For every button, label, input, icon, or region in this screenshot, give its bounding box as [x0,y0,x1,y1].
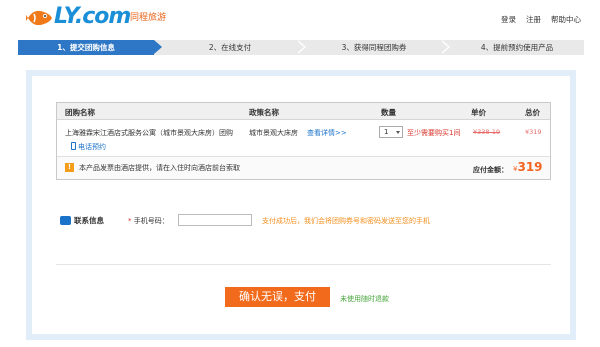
step-online-pay: 2、在线支付 [208,43,252,52]
header-total: 总价 [525,108,540,117]
amount-due: ¥319 [513,160,543,174]
step-separator [440,39,450,54]
contact-card-icon [60,216,71,225]
order-panel: 团购名称 政策名称 数量 单价 总价 上海雅霖宋江酒店式服务公寓（城市景观大床房… [26,70,576,340]
logo-text: LY.com [54,4,131,29]
fish-logo-icon [26,10,52,26]
phone-label-text: 手机号码： [133,217,169,225]
divider [56,264,551,265]
header-policy: 政策名称 [249,108,279,117]
confirm-pay-button[interactable]: 确认无误，支付 [225,287,330,307]
phone-booking-link[interactable]: 电话预约 [71,142,106,152]
contact-section-title: 联系信息 [60,215,104,226]
header-name: 团购名称 [65,108,95,117]
step-book-use: 4、提前预约使用产品 [480,43,554,52]
phone-icon [71,142,76,150]
sms-hint: 支付成功后，我们会将团购券号和密码发送至您的手机 [262,217,430,225]
warning-icon: ! [65,163,74,172]
logo-subtitle: 同程旅游 [130,13,167,23]
table-footer: ! 本产品发票由酒店提供，请在入住时向酒店前台索取 应付金额： ¥319 [57,157,550,179]
invoice-note: 本产品发票由酒店提供，请在入住时向酒店前台索取 [79,164,240,172]
quantity-value: 1 [384,128,389,136]
header-qty: 数量 [381,108,396,117]
register-link[interactable]: 注册 [526,14,541,25]
amount-due-label: 应付金额： [473,166,508,174]
help-center-link[interactable]: 帮助中心 [551,14,581,25]
row-total-price: ¥319 [525,128,542,136]
step-separator [296,39,306,54]
step-submit-info: 1、提交团购信息 [18,40,162,55]
amount-due-value: 319 [517,160,543,174]
view-details-link[interactable]: 查看详情>> [307,128,347,138]
progress-steps: 1、提交团购信息 2、在线支付 3、获得同程团购券 4、提前预约使用产品 [18,39,584,55]
original-price: ¥338-19 [473,128,501,136]
required-marker: * [128,217,132,225]
header-unit-price: 单价 [471,108,486,117]
phone-booking-label: 电话预约 [78,143,106,151]
order-table: 团购名称 政策名称 数量 单价 总价 上海雅霖宋江酒店式服务公寓（城市景观大床房… [56,102,551,180]
top-links: 登录 注册 帮助中心 [501,14,581,25]
hotel-name: 上海雅霖宋江酒店式服务公寓（城市景观大床房）团购 [65,129,233,137]
phone-number-input[interactable] [178,214,252,226]
table-row: 上海雅霖宋江酒店式服务公寓（城市景观大床房）团购 电话预约 城市景观大床房 查看… [57,120,550,157]
table-header: 团购名称 政策名称 数量 单价 总价 [57,103,550,120]
quantity-select[interactable]: 1 [379,126,403,138]
login-link[interactable]: 登录 [501,14,516,25]
header: LY.com 同程旅游 登录 注册 帮助中心 [0,0,600,38]
refund-note: 未使用随时退款 [340,295,389,303]
policy-name: 城市景观大床房 [249,129,298,137]
chevron-down-icon [396,131,400,134]
logo[interactable]: LY.com 同程旅游 [26,4,176,32]
min-purchase-note: 至少需要购买1间 [407,129,461,137]
step-get-voucher: 3、获得同程团购券 [341,43,407,52]
phone-label: * 手机号码： [128,216,169,226]
contact-title: 联系信息 [74,216,104,225]
